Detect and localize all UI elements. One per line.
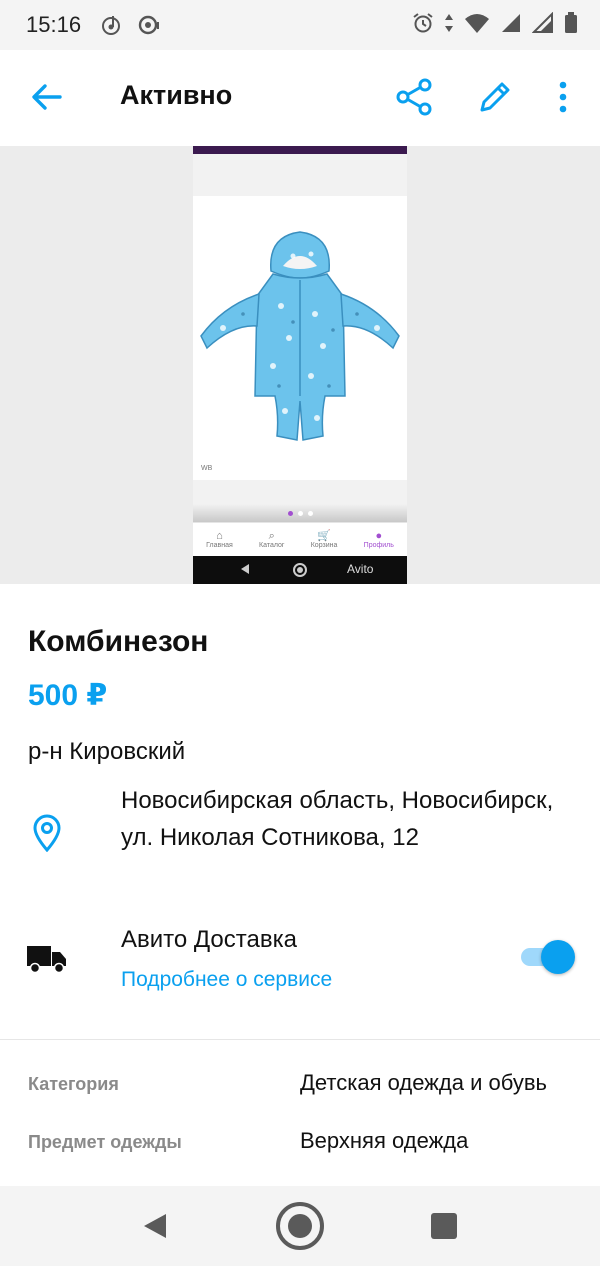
edit-pencil-icon[interactable] <box>476 78 512 116</box>
music-note-icon <box>102 16 121 35</box>
system-recents-icon[interactable] <box>431 1213 457 1239</box>
system-back-icon[interactable] <box>142 1212 168 1240</box>
photo-nav-bar: Avito <box>193 556 407 584</box>
image-caption: WB <box>201 465 213 472</box>
delivery-row: Авито Доставка Подробнее о сервисе <box>0 924 600 1004</box>
battery-icon <box>565 12 577 33</box>
param-key: Предмет одежды <box>28 1132 182 1152</box>
carousel-dot <box>297 510 303 516</box>
cart-icon: 🛒 <box>317 530 331 542</box>
photo-status-strip <box>193 146 407 154</box>
status-bar: 15:16 <box>0 0 600 50</box>
photo-gap <box>193 480 407 504</box>
delivery-toggle[interactable] <box>521 940 575 974</box>
photo-tab-label: Главная <box>206 542 233 549</box>
carousel-dots <box>193 504 407 522</box>
system-nav-bar <box>0 1186 600 1266</box>
photo-tab-label: Профиль <box>363 542 394 549</box>
status-time: 15:16 <box>26 12 82 37</box>
profile-icon: ● <box>375 530 383 542</box>
listing-price: 500 ₽ <box>28 679 108 712</box>
delivery-title: Авито Доставка <box>121 926 297 953</box>
carousel-dot <box>307 510 313 516</box>
photo-top-area <box>193 154 407 196</box>
photo-tab-label: Каталог <box>259 542 285 549</box>
data-arrows-icon <box>445 14 453 32</box>
share-icon[interactable] <box>396 78 432 116</box>
param-row-category: Категория Детская одежда и обувь <box>0 1066 600 1106</box>
app-bar: Активно <box>0 50 600 146</box>
back-arrow-icon[interactable] <box>30 80 64 114</box>
param-row-clothing-item: Предмет одежды Верхняя одежда <box>0 1124 600 1164</box>
truck-icon <box>27 946 66 974</box>
delivery-more-link[interactable]: Подробнее о сервисе <box>121 968 332 992</box>
alarm-icon <box>413 13 433 33</box>
photo-tab-profile: ● Профиль <box>364 530 394 549</box>
photo-tab-home: ⌂ Главная <box>206 530 233 549</box>
signal-2-icon <box>532 12 553 33</box>
photo-home-icon <box>293 563 307 577</box>
media-record-icon <box>138 15 160 35</box>
listing-address: Новосибирская область, Новосибирск, ул. … <box>121 787 554 851</box>
toggle-knob <box>541 940 575 974</box>
wifi-icon <box>465 14 489 33</box>
listing-title: Комбинезон <box>28 625 209 658</box>
system-home-icon[interactable] <box>276 1202 324 1250</box>
listing-photo[interactable]: WB ⌂ Главная ⌕ Каталог 🛒 Корзина ● Профиль A… <box>193 146 407 584</box>
search-icon: ⌕ <box>268 530 275 542</box>
param-value: Детская одежда и обувь <box>300 1070 547 1095</box>
listing-district: р-н Кировский <box>28 738 186 765</box>
photo-gallery[interactable]: WB ⌂ Главная ⌕ Каталог 🛒 Корзина ● Профиль A… <box>0 146 600 584</box>
photo-tab-cart: 🛒 Корзина <box>311 530 338 549</box>
photo-back-icon <box>241 564 249 574</box>
photo-tab-label: Корзина <box>310 542 338 549</box>
more-vertical-icon[interactable] <box>556 80 570 114</box>
photo-tab-catalog: ⌕ Каталог <box>259 530 284 549</box>
page-title: Активно <box>120 80 233 110</box>
garment-image: WB <box>193 196 407 480</box>
photo-tab-bar: ⌂ Главная ⌕ Каталог 🛒 Корзина ● Профиль <box>193 522 407 556</box>
avito-watermark: Avito <box>347 562 374 576</box>
section-divider <box>0 1039 600 1040</box>
location-pin-icon <box>33 814 61 852</box>
snowsuit-illustration <box>200 231 400 441</box>
param-key: Категория <box>28 1074 119 1094</box>
param-value: Верхняя одежда <box>300 1128 469 1153</box>
home-icon: ⌂ <box>216 530 223 542</box>
signal-icon <box>502 14 520 32</box>
carousel-dot <box>287 510 293 516</box>
